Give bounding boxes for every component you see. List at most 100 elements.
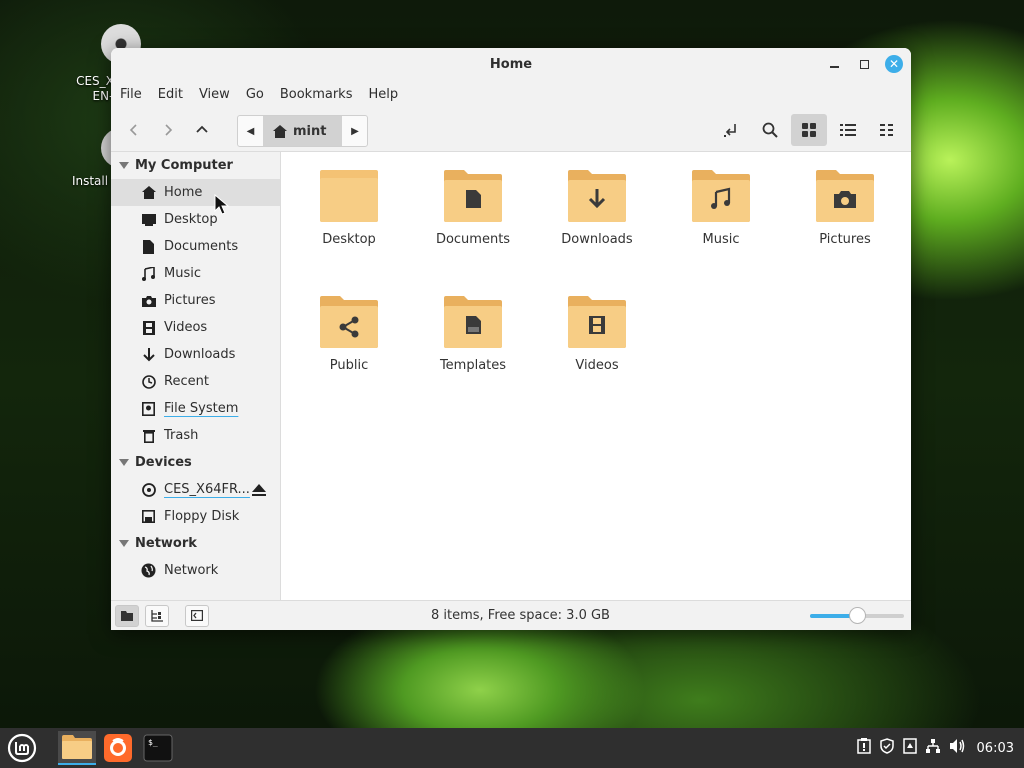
sidebar-item-trash[interactable]: Trash [111, 422, 280, 449]
show-places-button[interactable] [115, 604, 139, 627]
statusbar: 8 items, Free space: 3.0 GB [111, 600, 911, 630]
toggle-sidebar-button[interactable] [185, 604, 209, 627]
desktop-icon [140, 213, 157, 226]
folder-icon [320, 296, 378, 348]
sidebar-item-file-system[interactable]: File System [111, 395, 280, 422]
compact-view-button[interactable] [869, 114, 905, 146]
volume-icon[interactable] [949, 738, 967, 758]
sidebar-item-network[interactable]: Network [111, 557, 280, 584]
folder-public[interactable]: Public [294, 296, 404, 373]
file-manager-window: Home ✕ File Edit View Go Bookmarks Help … [111, 48, 911, 630]
mouse-cursor-icon [214, 194, 230, 215]
update-manager-icon[interactable] [856, 738, 871, 758]
sidebar-section-devices[interactable]: Devices [111, 449, 280, 476]
network-icon[interactable] [925, 738, 941, 758]
sidebar-item-videos[interactable]: Videos [111, 314, 280, 341]
folder-music[interactable]: Music [666, 170, 776, 247]
taskbar-terminal-button[interactable]: $_ [139, 731, 177, 765]
taskbar-firefox-button[interactable] [99, 731, 137, 765]
expander-icon [119, 459, 129, 466]
path-left-arrow[interactable]: ◀ [238, 116, 263, 146]
mint-logo-icon [7, 733, 37, 763]
menu-help[interactable]: Help [368, 87, 398, 102]
start-menu-button[interactable] [2, 731, 42, 765]
folder-templates[interactable]: Templates [418, 296, 528, 373]
zoom-slider-handle[interactable] [849, 607, 866, 624]
sidebar-item-floppy[interactable]: Floppy Disk [111, 503, 280, 530]
list-view-icon [840, 124, 856, 136]
maximize-button[interactable] [855, 55, 873, 73]
menu-file[interactable]: File [120, 87, 142, 102]
notes-icon[interactable] [902, 738, 917, 758]
toggle-location-button[interactable] [713, 114, 749, 146]
search-button[interactable] [752, 114, 788, 146]
minimize-button[interactable] [825, 55, 843, 73]
folder-documents[interactable]: Documents [418, 170, 528, 247]
sidebar-item-pictures[interactable]: Pictures [111, 287, 280, 314]
folder-icon [568, 296, 626, 348]
chevron-left-icon [129, 123, 137, 136]
globe-icon [140, 563, 157, 578]
search-icon [762, 122, 778, 138]
folder-pictures[interactable]: Pictures [790, 170, 900, 247]
menu-view[interactable]: View [199, 87, 230, 102]
menubar: File Edit View Go Bookmarks Help [111, 80, 911, 108]
clock[interactable]: 06:03 [977, 741, 1014, 756]
taskbar: $_ 06:03 [0, 728, 1024, 768]
firefox-icon [104, 734, 132, 762]
folder-desktop[interactable]: Desktop [294, 170, 404, 247]
grid-view-icon [802, 123, 816, 137]
menu-bookmarks[interactable]: Bookmarks [280, 87, 353, 102]
expander-icon [119, 540, 129, 547]
download-icon [140, 347, 157, 362]
sidebar-section-network[interactable]: Network [111, 530, 280, 557]
files-icon [62, 735, 92, 759]
clock-icon [140, 374, 157, 389]
file-view[interactable]: Desktop Documents Downloads Music Pictur [282, 152, 911, 600]
sidebar-item-cdrom[interactable]: CES_X64FR... [111, 476, 280, 503]
eject-button[interactable] [252, 484, 266, 500]
terminal-icon: $_ [143, 734, 173, 762]
disc-icon [140, 482, 157, 497]
show-tree-button[interactable] [145, 604, 169, 627]
zoom-slider[interactable] [810, 607, 904, 624]
sidebar-item-recent[interactable]: Recent [111, 368, 280, 395]
sidebar-item-music[interactable]: Music [111, 260, 280, 287]
taskbar-files-button[interactable] [58, 731, 96, 765]
home-icon [140, 186, 157, 199]
breadcrumb-item-mint[interactable]: mint [263, 116, 343, 146]
icon-view-button[interactable] [791, 114, 827, 146]
menu-go[interactable]: Go [246, 87, 264, 102]
location-toggle-icon [724, 124, 736, 137]
chevron-up-icon [196, 125, 208, 133]
trash-icon [140, 429, 157, 443]
titlebar[interactable]: Home ✕ [111, 48, 911, 80]
sidebar-item-desktop[interactable]: Desktop [111, 206, 280, 233]
compact-view-icon [880, 124, 893, 136]
eject-icon [252, 484, 266, 496]
sidebar-item-documents[interactable]: Documents [111, 233, 280, 260]
folder-downloads[interactable]: Downloads [542, 170, 652, 247]
sidebar-toggle-icon [191, 610, 203, 621]
floppy-icon [140, 510, 157, 523]
folder-videos[interactable]: Videos [542, 296, 652, 373]
drive-icon [140, 401, 157, 416]
shield-icon[interactable] [879, 738, 895, 758]
document-icon [140, 239, 157, 254]
folder-icon [444, 170, 502, 222]
up-button[interactable] [185, 115, 219, 145]
folder-icon [816, 170, 874, 222]
folder-icon [692, 170, 750, 222]
sidebar-item-home[interactable]: Home [111, 179, 280, 206]
close-button[interactable]: ✕ [885, 55, 903, 73]
svg-text:$_: $_ [148, 738, 158, 747]
list-view-button[interactable] [830, 114, 866, 146]
sidebar-section-my-computer[interactable]: My Computer [111, 152, 280, 179]
back-button[interactable] [117, 115, 151, 145]
forward-button[interactable] [151, 115, 185, 145]
breadcrumb: ◀ mint ▶ [237, 115, 369, 147]
path-right-arrow[interactable]: ▶ [342, 116, 367, 146]
menu-edit[interactable]: Edit [158, 87, 183, 102]
sidebar-item-downloads[interactable]: Downloads [111, 341, 280, 368]
home-icon [273, 124, 287, 138]
